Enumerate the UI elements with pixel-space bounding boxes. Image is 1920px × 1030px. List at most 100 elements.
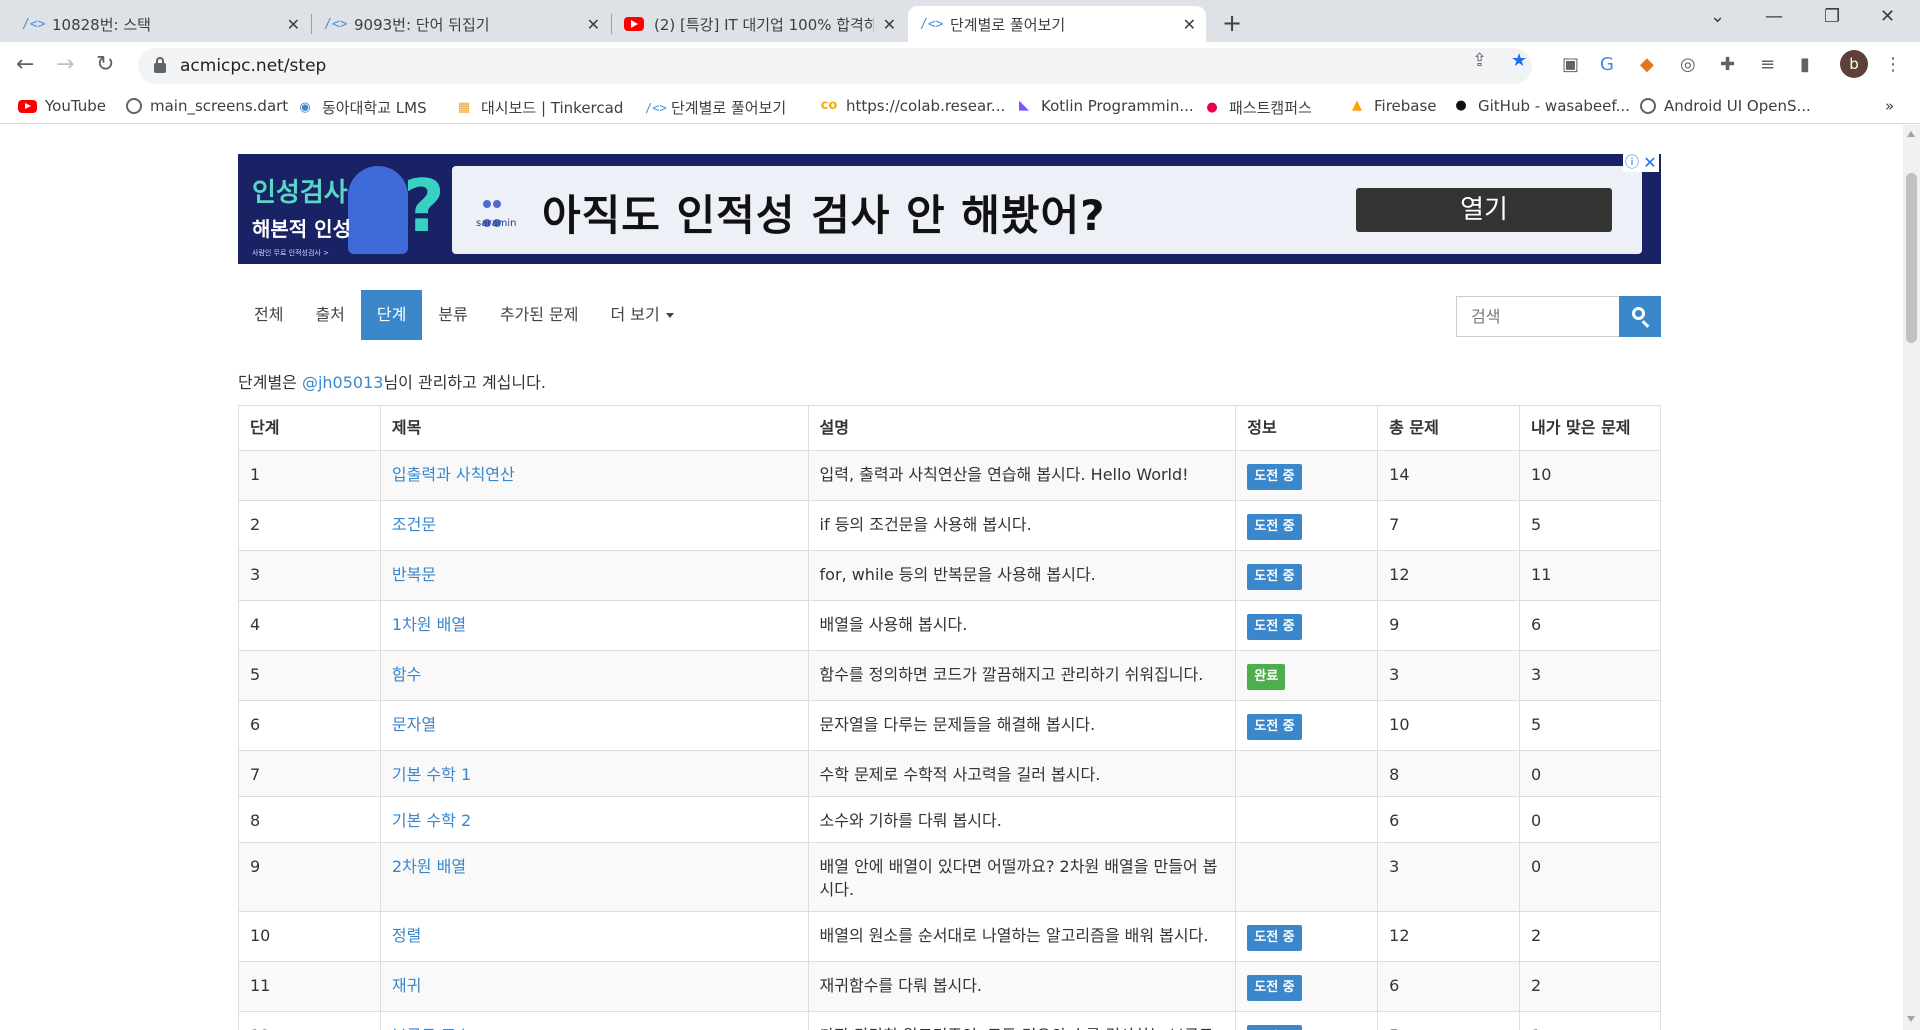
search-button[interactable] xyxy=(1619,296,1661,337)
bookmark-colab[interactable]: co https://colab.resear... xyxy=(820,97,1006,115)
bookmark-kotlin[interactable]: ◣ Kotlin Programmin... xyxy=(1015,97,1194,115)
step-title-link[interactable]: 조건문 xyxy=(392,515,436,534)
ad-card[interactable]: saramin 아직도 인적성 검사 안 해봤어? 열기 xyxy=(452,166,1642,254)
nav-source[interactable]: 출처 xyxy=(299,290,360,340)
tab-search-icon[interactable]: ⌄ xyxy=(1710,6,1725,27)
step-title-link[interactable]: 입출력과 사칙연산 xyxy=(392,465,515,484)
nav-all[interactable]: 전체 xyxy=(238,290,299,340)
star-icon[interactable]: ★ xyxy=(1511,50,1527,71)
step-title-link[interactable]: 기본 수학 2 xyxy=(392,811,471,830)
tab-title: 9093번: 단어 뒤집기 xyxy=(354,15,490,34)
reload-icon[interactable]: ↻ xyxy=(96,52,114,77)
cell-title: 기본 수학 2 xyxy=(379,796,809,843)
close-icon[interactable]: ✕ xyxy=(587,15,600,34)
tinkercad-icon: ▦ xyxy=(457,99,471,115)
step-title-link[interactable]: 기본 수학 1 xyxy=(392,765,471,784)
restore-icon[interactable]: ❐ xyxy=(1824,6,1840,27)
close-icon[interactable]: ✕ xyxy=(287,15,300,34)
new-tab-button[interactable]: + xyxy=(1222,9,1242,37)
header-total: 총 문제 xyxy=(1377,405,1521,451)
cell-step: 4 xyxy=(238,600,381,651)
address-bar[interactable]: acmicpc.net/step xyxy=(138,48,1532,84)
bookmark-github[interactable]: ● GitHub - wasabeef... xyxy=(1452,97,1630,115)
share-icon[interactable]: ⇪ xyxy=(1472,50,1487,71)
manager-user-link[interactable]: @jh05013 xyxy=(302,373,383,392)
browser-tab[interactable]: (2) [특강] IT 대기업 100% 합격하 ✕ xyxy=(612,6,906,42)
cell-solved: 1 xyxy=(1519,1011,1661,1030)
cell-description: 가장 간단한 알고리즘인, 모든 경우의 수를 검사하는 브루트 포스 알고리즘… xyxy=(807,1011,1237,1030)
cell-solved: 2 xyxy=(1519,911,1661,962)
bookmarks-bar: YouTube main_screens.dart ◉ 동아대학교 LMS ▦ 대시… xyxy=(0,90,1920,124)
reading-list-icon[interactable]: ≡ xyxy=(1760,54,1775,75)
ad-open-button[interactable]: 열기 xyxy=(1356,188,1612,232)
cell-total: 3 xyxy=(1377,842,1521,912)
nav-category[interactable]: 분류 xyxy=(422,290,483,340)
cell-title: 입출력과 사칙연산 xyxy=(379,450,809,501)
youtube-icon xyxy=(624,17,644,31)
kotlin-icon: ◣ xyxy=(1019,98,1029,113)
ad-logo-text: saramin xyxy=(476,218,517,229)
window-close-icon[interactable]: ✕ xyxy=(1880,6,1895,27)
media-icon[interactable]: ▣ xyxy=(1562,54,1579,75)
step-title-link[interactable]: 반복문 xyxy=(392,565,436,584)
scroll-down-icon[interactable] xyxy=(1907,1016,1915,1022)
step-title-link[interactable]: 2차원 배열 xyxy=(392,857,466,876)
scrollbar-thumb[interactable] xyxy=(1906,173,1917,343)
nav-more-dropdown[interactable]: 더 보기 xyxy=(595,290,690,340)
cell-step: 12 xyxy=(238,1011,381,1030)
step-title-link[interactable]: 1차원 배열 xyxy=(392,615,466,634)
bookmark-label: YouTube xyxy=(45,97,106,115)
search-form xyxy=(1456,296,1661,337)
menu-kebab-icon[interactable]: ⋮ xyxy=(1884,54,1902,75)
url-text[interactable]: acmicpc.net/step xyxy=(180,56,326,76)
browser-tab[interactable]: /<> 10828번: 스택 ✕ xyxy=(10,6,310,42)
bookmark-label: 대시보드 | Tinkercad xyxy=(481,99,624,117)
step-title-link[interactable]: 정렬 xyxy=(392,926,421,945)
bookmark-tinkercad[interactable]: ▦ 대시보드 | Tinkercad xyxy=(455,97,624,118)
cell-info: 도전 중 xyxy=(1235,450,1379,501)
bookmark-main-screens[interactable]: main_screens.dart xyxy=(126,97,288,115)
metamask-icon[interactable]: ◆ xyxy=(1640,54,1654,75)
browser-tab[interactable]: /<> 9093번: 단어 뒤집기 ✕ xyxy=(312,6,610,42)
step-title-link[interactable]: 문자열 xyxy=(392,715,436,734)
bookmark-lms[interactable]: ◉ 동아대학교 LMS xyxy=(296,97,426,118)
scroll-up-icon[interactable] xyxy=(1907,131,1915,137)
translate-icon[interactable]: G xyxy=(1600,54,1614,75)
ad-info-icon[interactable]: ⓘ xyxy=(1623,154,1641,172)
forward-icon[interactable]: → xyxy=(56,52,74,77)
cell-info: 도전 중 xyxy=(1235,961,1379,1012)
extensions-puzzle-icon[interactable]: ✚ xyxy=(1720,54,1735,75)
side-panel-icon[interactable]: ▮ xyxy=(1800,54,1810,75)
nav-step[interactable]: 단계 xyxy=(360,290,423,340)
step-title-link[interactable]: 재귀 xyxy=(392,976,421,995)
globe-extension-icon[interactable]: ◎ xyxy=(1680,54,1696,75)
search-input[interactable] xyxy=(1456,296,1619,337)
bookmark-step[interactable]: /<> 단계별로 풀어보기 xyxy=(645,97,786,118)
browser-tab-active[interactable]: /<> 단계별로 풀어보기 ✕ xyxy=(908,6,1206,42)
globe-icon xyxy=(126,98,142,114)
bookmark-android-ui[interactable]: Android UI OpenS... xyxy=(1640,97,1811,115)
ad-fine-print: 사람인 무료 인적성검사 > xyxy=(252,249,329,257)
more-bookmarks-icon[interactable]: » xyxy=(1885,97,1894,115)
step-title-link[interactable]: 함수 xyxy=(392,665,421,684)
ad-close-icon[interactable]: ✕ xyxy=(1641,154,1659,172)
lock-icon[interactable] xyxy=(154,57,166,73)
problem-nav: 전체 출처 단계 분류 추가된 문제 더 보기 xyxy=(238,290,690,340)
status-badge: 완료 xyxy=(1247,664,1286,690)
minimize-icon[interactable]: — xyxy=(1765,6,1783,27)
close-icon[interactable]: ✕ xyxy=(1183,15,1196,34)
cell-description: 수학 문제로 수학적 사고력을 길러 봅시다. xyxy=(807,750,1237,797)
page-scrollbar[interactable] xyxy=(1903,125,1920,1030)
back-icon[interactable]: ← xyxy=(16,52,34,77)
header-info: 정보 xyxy=(1235,405,1379,451)
ad-banner[interactable]: ? 인성검사 해본적 인성 사람인 무료 인적성검사 > saramin 아직도… xyxy=(238,154,1661,264)
bookmark-youtube[interactable]: YouTube xyxy=(18,97,106,115)
close-icon[interactable]: ✕ xyxy=(883,15,896,34)
bookmark-firebase[interactable]: ▲ Firebase xyxy=(1348,97,1437,115)
bookmark-fastcampus[interactable]: ● 패스트캠퍼스 xyxy=(1203,97,1311,118)
youtube-icon xyxy=(18,99,37,113)
step-title-link[interactable]: 브루트 포스 xyxy=(392,1026,471,1030)
nav-added-problems[interactable]: 추가된 문제 xyxy=(484,290,595,340)
table-row: 11 재귀 재귀함수를 다뤄 봅시다. 도전 중 62 xyxy=(238,961,1661,1012)
profile-avatar[interactable]: b xyxy=(1840,50,1868,78)
